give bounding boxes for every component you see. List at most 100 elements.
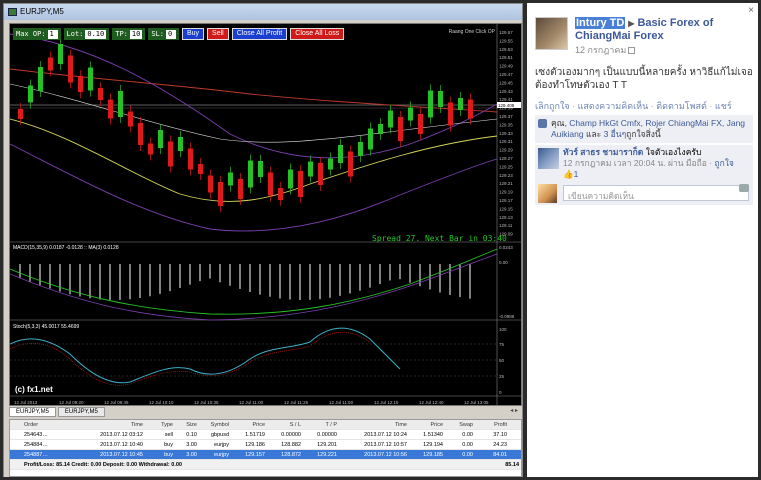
chart-titlebar[interactable]: EURJPY,M5 — [4, 4, 522, 20]
stoch-tick: 50 — [499, 358, 505, 363]
candle — [138, 123, 143, 145]
time-tick: 12 Jul 10:10 — [149, 400, 174, 405]
cell-tp: 0.00000 — [317, 431, 337, 438]
price-tick: 129.21 — [499, 181, 513, 186]
col-order[interactable]: Order — [10, 422, 70, 428]
likes-more-link[interactable]: 3 อื่นๆ — [604, 129, 627, 139]
cell-close-price: 1.51340 — [423, 431, 443, 438]
tab-eurjpy-m5-1[interactable]: EURJPY,M5 — [9, 407, 56, 417]
author-name-link[interactable]: Intury TD — [575, 17, 626, 29]
candle — [258, 161, 263, 177]
candle — [218, 182, 223, 206]
col-type[interactable]: Type — [145, 422, 175, 428]
tp-input[interactable]: 10 — [129, 29, 143, 39]
sell-button[interactable]: Sell — [207, 28, 229, 40]
col-price[interactable]: Price — [231, 422, 267, 428]
commenter-name[interactable]: ทัวร์ สาธร ชามาราก็ด — [563, 147, 643, 157]
maxop-input[interactable]: 1 — [47, 29, 58, 39]
cell-profit: 84.01 — [493, 451, 507, 458]
close-icon[interactable]: × — [748, 5, 754, 16]
ma-line-yellow — [10, 118, 498, 202]
candle — [288, 169, 293, 189]
table-row[interactable]: 254643… 2013.07.12 03:12 sell 0.10 gbpus… — [10, 430, 521, 440]
col-size[interactable]: Size — [175, 422, 199, 428]
candle — [98, 88, 103, 100]
candle — [318, 163, 323, 185]
stoch-tick: 25 — [499, 374, 505, 379]
tab-eurjpy-m5-2[interactable]: EURJPY,M5 — [57, 407, 105, 417]
current-price-label: 129.405 — [498, 103, 515, 108]
lot-input[interactable]: 0.10 — [85, 29, 107, 39]
maxop-label: Max OP: — [16, 30, 46, 38]
spread-readout: Spread 27. Next Bar in 03:40 — [372, 234, 507, 243]
col-profit[interactable]: Profit — [475, 422, 509, 428]
candle — [58, 44, 63, 64]
buy-button[interactable]: Buy — [181, 28, 205, 40]
price-tick: 129.11 — [499, 223, 513, 228]
close-all-profit-button[interactable]: Close All Profit — [231, 28, 288, 40]
col-swap[interactable]: Swap — [445, 422, 475, 428]
candle — [408, 107, 413, 121]
cell-time: 2013.07.12 03:12 — [100, 431, 143, 438]
comment-input[interactable]: เขียนความคิดเห็น — [563, 185, 749, 201]
col-tp[interactable]: T / P — [303, 422, 339, 428]
trade-panel: Max OP: 1 Lot: 0.10 TP: 10 SL: 0 Buy Sel… — [13, 28, 347, 40]
candle — [448, 102, 453, 126]
cell-time: 2013.07.12 10:45 — [100, 451, 143, 458]
cell-size: 3.00 — [186, 451, 197, 458]
author-avatar[interactable] — [535, 17, 568, 50]
col-symbol[interactable]: Symbol — [199, 422, 231, 428]
price-tick: 129.23 — [499, 173, 513, 178]
stoch-main-line — [10, 327, 401, 384]
sl-input[interactable]: 0 — [165, 29, 176, 39]
price-tick: 129.57 — [499, 30, 513, 35]
tab-scroll-icons[interactable]: ◂ ▸ — [510, 407, 518, 414]
cell-type: buy — [164, 451, 173, 458]
comment-like-link[interactable]: ถูกใจ — [714, 158, 733, 168]
candle — [468, 99, 473, 119]
commenter-avatar[interactable] — [538, 148, 559, 169]
candle — [388, 110, 393, 128]
watermark: (c) fx1.net — [13, 385, 55, 394]
close-all-loss-button[interactable]: Close All Loss — [290, 28, 345, 40]
camera-icon[interactable] — [739, 184, 749, 192]
time-tick: 12 Jul 12:15 — [374, 400, 399, 405]
price-tick: 129.17 — [499, 198, 513, 203]
comment-link[interactable]: แสดงความคิดเห็น — [578, 101, 649, 111]
comment-like-count-value: 1 — [573, 169, 579, 179]
col-sl[interactable]: S / L — [267, 422, 303, 428]
follow-post-link[interactable]: ติดตามโพสต์ — [656, 101, 707, 111]
table-row[interactable]: 254884… 2013.07.12 10:40 buy 3.00 eurjpy… — [10, 440, 521, 450]
price-tick: 129.45 — [499, 80, 513, 85]
cell-type: sell — [164, 431, 173, 438]
tp-field: TP: 10 — [112, 28, 146, 40]
cell-close-time: 2013.07.12 10:24 — [364, 431, 407, 438]
lot-label: Lot: — [66, 30, 84, 38]
col-close-price[interactable]: Price — [409, 422, 445, 428]
col-open-time[interactable]: Time — [70, 422, 145, 428]
price-tick: 129.49 — [499, 64, 513, 69]
thumbs-up-icon — [538, 119, 547, 128]
price-tick: 129.27 — [499, 156, 513, 161]
candle — [158, 130, 163, 148]
candle — [298, 171, 303, 197]
caret-right-icon: ▶ — [628, 19, 635, 28]
unlike-link[interactable]: เลิกถูกใจ — [535, 101, 570, 111]
cell-order: 254884… — [24, 441, 48, 448]
candle — [68, 55, 73, 83]
post-date[interactable]: 12 กรกฎาคม — [575, 43, 636, 57]
candle — [178, 137, 183, 151]
col-close-time[interactable]: Time — [339, 422, 409, 428]
price-tick: 129.15 — [499, 206, 513, 211]
comment-like-count[interactable]: 👍1 — [563, 169, 753, 180]
cell-price: 1.51719 — [245, 431, 265, 438]
candle — [128, 111, 133, 127]
price-chart[interactable]: Max OP: 1 Lot: 0.10 TP: 10 SL: 0 Buy Sel… — [9, 23, 522, 406]
candle — [28, 85, 33, 103]
share-link[interactable]: แชร์ — [715, 101, 732, 111]
table-row-selected[interactable]: 254887… 2013.07.12 10:45 buy 3.00 eurjpy… — [10, 450, 521, 460]
candle — [398, 117, 403, 141]
cell-close-time: 2013.07.12 10:57 — [364, 441, 407, 448]
total-profit: 85.14 — [505, 461, 519, 468]
candle — [378, 124, 383, 134]
